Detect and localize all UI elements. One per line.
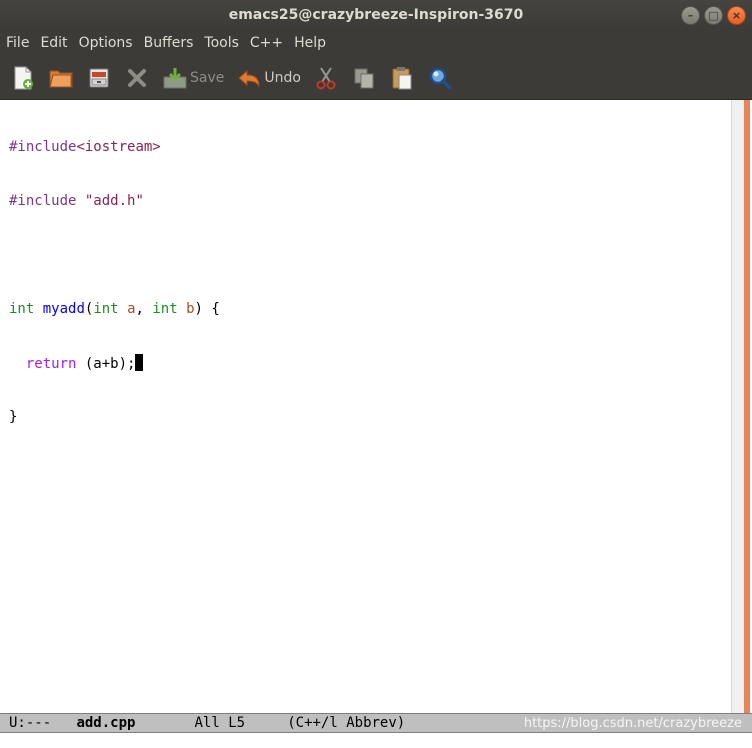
watermark-text: https://blog.csdn.net/crazybreeze bbox=[523, 716, 742, 731]
modeline-status: U:--- bbox=[9, 715, 52, 731]
clipboard-icon bbox=[389, 65, 415, 91]
open-file-button[interactable] bbox=[48, 61, 74, 95]
menu-options[interactable]: Options bbox=[79, 35, 133, 51]
close-icon[interactable]: × bbox=[727, 6, 746, 25]
cut-button[interactable] bbox=[313, 61, 339, 95]
maximize-icon[interactable]: □ bbox=[704, 6, 723, 25]
search-button[interactable] bbox=[427, 61, 453, 95]
window-controls: – □ × bbox=[681, 6, 746, 25]
save-button[interactable]: Save bbox=[162, 61, 224, 95]
code-line-6: } bbox=[9, 409, 18, 425]
x-icon bbox=[124, 65, 150, 91]
dired-button[interactable] bbox=[86, 61, 112, 95]
text-cursor bbox=[135, 354, 144, 371]
code-line-4: int myadd(int a, int b) { bbox=[9, 301, 220, 317]
menu-bar: File Edit Options Buffers Tools C++ Help bbox=[0, 30, 752, 56]
copy-button[interactable] bbox=[351, 61, 377, 95]
modeline-buffer-name[interactable]: add.cpp bbox=[76, 715, 135, 731]
minimize-icon[interactable]: – bbox=[681, 6, 700, 25]
copy-icon bbox=[351, 65, 377, 91]
save-label: Save bbox=[190, 69, 225, 86]
paste-button[interactable] bbox=[389, 61, 415, 95]
menu-edit[interactable]: Edit bbox=[40, 35, 67, 51]
undo-icon bbox=[236, 65, 262, 91]
new-file-button[interactable] bbox=[10, 61, 36, 95]
code-text: #include<iostream> #include "add.h" int … bbox=[9, 102, 220, 462]
folder-icon bbox=[48, 65, 74, 91]
close-buffer-button[interactable] bbox=[124, 61, 150, 95]
modeline-mode[interactable]: (C++/l Abbrev) bbox=[287, 715, 405, 731]
menu-tools[interactable]: Tools bbox=[204, 35, 239, 51]
code-line-1: #include<iostream> bbox=[9, 139, 161, 155]
modeline-position: All L5 bbox=[194, 715, 246, 731]
menu-cpp[interactable]: C++ bbox=[250, 35, 283, 51]
new-file-icon bbox=[10, 65, 36, 91]
save-icon bbox=[162, 65, 188, 91]
window-title: emacs25@crazybreeze-Inspiron-3670 bbox=[228, 7, 524, 23]
scrollbar-track[interactable] bbox=[731, 100, 745, 713]
code-line-2: #include "add.h" bbox=[9, 193, 144, 209]
title-bar: emacs25@crazybreeze-Inspiron-3670 – □ × bbox=[0, 0, 752, 30]
minibuffer[interactable] bbox=[0, 733, 752, 748]
undo-label: Undo bbox=[264, 69, 301, 86]
menu-file[interactable]: File bbox=[6, 35, 29, 51]
scissors-icon bbox=[313, 65, 339, 91]
cabinet-icon bbox=[86, 65, 112, 91]
search-icon bbox=[427, 65, 453, 91]
code-line-5: return (a+b); bbox=[9, 354, 220, 372]
menu-help[interactable]: Help bbox=[294, 35, 326, 51]
undo-button[interactable]: Undo bbox=[236, 61, 301, 95]
editor-area[interactable]: #include<iostream> #include "add.h" int … bbox=[0, 100, 731, 713]
toolbar: Save Undo bbox=[0, 56, 752, 100]
scrollbar-thumb[interactable] bbox=[744, 100, 750, 713]
menu-buffers[interactable]: Buffers bbox=[144, 35, 194, 51]
